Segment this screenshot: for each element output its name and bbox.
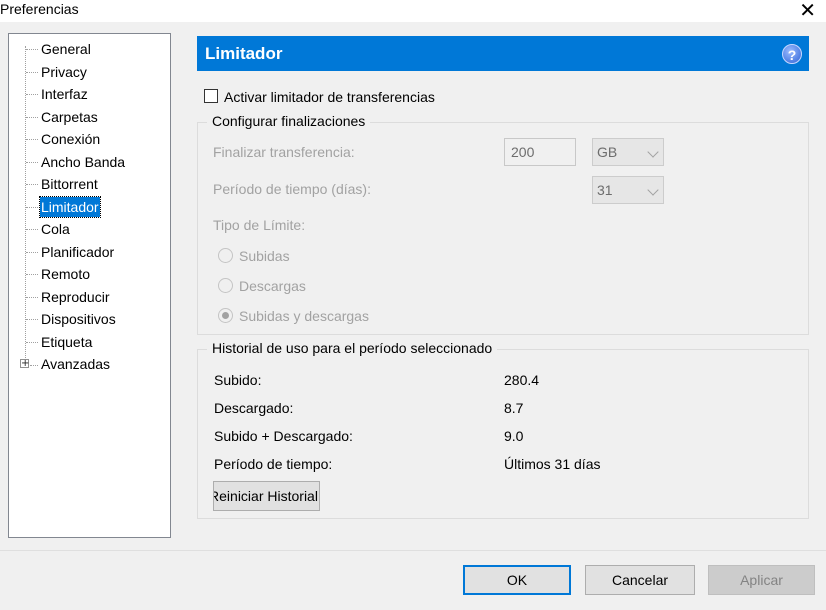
tree-connector	[26, 117, 38, 118]
tree-item-dispositivos[interactable]: Dispositivos	[40, 309, 117, 329]
reset-history-button[interactable]: Reiniciar Historial	[213, 481, 320, 511]
finalize-unit-select[interactable]: GB	[592, 138, 664, 166]
tree-connector	[26, 229, 38, 230]
tree-connector	[26, 274, 38, 275]
window-title: Preferencias	[0, 1, 79, 17]
apply-button[interactable]: Aplicar	[708, 565, 815, 595]
tree-connector	[26, 49, 38, 50]
ok-button[interactable]: OK	[463, 565, 571, 595]
history-period-value: Últimos 31 días	[504, 456, 601, 472]
tree-item-conexion[interactable]: Conexión	[40, 129, 101, 149]
tree-item-carpetas[interactable]: Carpetas	[40, 107, 99, 127]
period-days-select[interactable]: 31	[592, 176, 664, 204]
expand-plus-icon[interactable]: +	[20, 359, 29, 369]
tree-connector	[26, 94, 38, 95]
radio-subidas-descargas[interactable]	[218, 308, 233, 323]
radio-subidas-label[interactable]: Subidas	[239, 246, 290, 266]
tree-item-general[interactable]: General	[40, 39, 92, 59]
radio-descargas[interactable]	[218, 278, 233, 293]
history-group: Historial de uso para el período selecci…	[197, 340, 809, 519]
tree-connector	[26, 342, 38, 343]
history-group-title: Historial de uso para el período selecci…	[207, 340, 498, 356]
limit-type-label: Tipo de Límite:	[213, 217, 306, 233]
tree-connector	[26, 184, 38, 185]
tree-item-cola[interactable]: Cola	[40, 219, 71, 239]
help-icon[interactable]: ?	[782, 44, 802, 64]
tree-item-limitador[interactable]: Limitador	[39, 196, 101, 218]
page-title: Limitador	[205, 44, 283, 63]
history-downloaded-label: Descargado:	[214, 400, 294, 416]
tree-item-privacy[interactable]: Privacy	[40, 62, 88, 82]
chevron-down-icon	[647, 146, 659, 158]
preferences-tree[interactable]: General Privacy Interfaz Carpetas Conexi…	[8, 33, 171, 538]
tree-item-reproducir[interactable]: Reproducir	[40, 287, 110, 307]
tree-item-ancho-banda[interactable]: Ancho Banda	[40, 152, 126, 172]
config-group-title: Configurar finalizaciones	[207, 113, 371, 129]
tree-connector	[26, 252, 38, 253]
close-icon[interactable]: ✕	[799, 0, 816, 22]
tree-connector	[26, 162, 38, 163]
chevron-down-icon	[647, 184, 659, 196]
finalize-unit-value: GB	[597, 144, 618, 160]
panel-header: Limitador ?	[197, 36, 809, 71]
tree-connector	[26, 297, 38, 298]
history-total-value: 9.0	[504, 428, 524, 444]
radio-subidas[interactable]	[218, 248, 233, 263]
tree-item-bittorrent[interactable]: Bittorrent	[40, 174, 99, 194]
history-uploaded-label: Subido:	[214, 372, 262, 388]
footer	[0, 550, 826, 610]
tree-connector	[26, 319, 38, 320]
tree-connector	[26, 207, 38, 208]
history-total-label: Subido + Descargado:	[214, 428, 353, 444]
history-uploaded-value: 280.4	[504, 372, 540, 388]
finalize-amount-input[interactable]: 200	[504, 138, 576, 166]
tree-item-interfaz[interactable]: Interfaz	[40, 84, 89, 104]
finalize-label: Finalizar transferencia:	[213, 144, 355, 160]
history-downloaded-value: 8.7	[504, 400, 524, 416]
history-period-label: Período de tiempo:	[214, 456, 333, 472]
cancel-button[interactable]: Cancelar	[585, 565, 695, 595]
radio-selected-dot	[222, 312, 229, 319]
tree-connector	[26, 139, 38, 140]
tree-item-avanzadas[interactable]: Avanzadas	[40, 354, 111, 374]
period-days-value: 31	[597, 182, 613, 198]
tree-connector	[30, 365, 38, 366]
radio-descargas-label[interactable]: Descargas	[239, 276, 306, 296]
enable-limiter-label[interactable]: Activar limitador de transferencias	[224, 87, 435, 107]
title-bar: Preferencias ✕	[0, 0, 826, 22]
period-label: Período de tiempo (días):	[213, 181, 371, 197]
tree-item-planificador[interactable]: Planificador	[40, 242, 115, 262]
tree-item-remoto[interactable]: Remoto	[40, 264, 91, 284]
radio-subidas-descargas-label[interactable]: Subidas y descargas	[239, 306, 369, 326]
tree-item-etiqueta[interactable]: Etiqueta	[40, 332, 93, 352]
enable-limiter-checkbox[interactable]	[204, 89, 218, 103]
tree-connector	[26, 72, 38, 73]
config-group: Configurar finalizaciones Finalizar tran…	[197, 113, 809, 335]
